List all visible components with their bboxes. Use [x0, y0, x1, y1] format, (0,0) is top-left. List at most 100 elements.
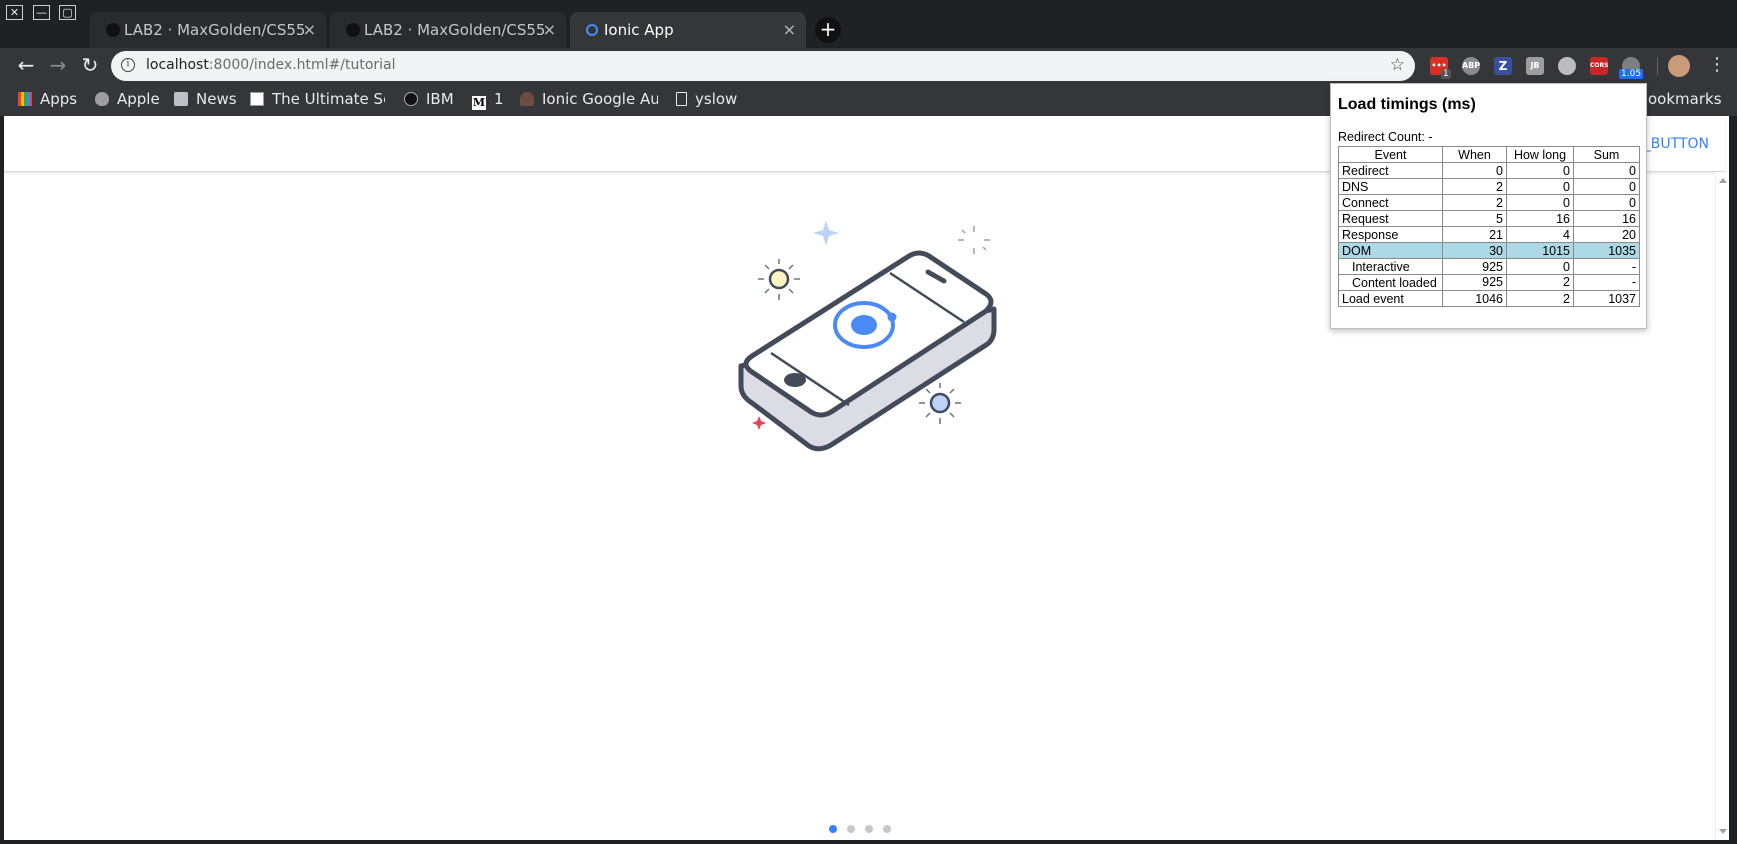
column-header: How long — [1506, 146, 1574, 163]
bookmark-apple[interactable]: Apple — [95, 90, 160, 110]
pagination-bullet-3[interactable] — [865, 825, 873, 833]
table-row: Content loaded 925 2- — [1338, 274, 1640, 291]
bookmark-ultimate[interactable]: The Ultimate Ser — [250, 90, 385, 110]
sparkle-icon — [958, 226, 990, 254]
bookmark-apps[interactable]: Apps — [18, 90, 77, 110]
window-minimize-button[interactable]: — — [33, 5, 50, 20]
url-text[interactable]: localhost:8000/index.html#/tutorial — [146, 57, 396, 73]
table-row: DOM 30 1015 1035 — [1338, 242, 1640, 259]
how-long-cell: 0 — [1506, 258, 1574, 275]
sparkle-icon — [752, 416, 766, 430]
sum-cell: 0 — [1573, 194, 1640, 211]
person-icon — [520, 92, 534, 106]
table-row: Interactive 925 0- — [1338, 258, 1640, 275]
when-cell: 1046 — [1442, 290, 1507, 307]
event-cell: Content loaded — [1338, 274, 1443, 291]
sum-cell: - — [1573, 258, 1640, 275]
event-cell: DOM — [1338, 242, 1443, 259]
redirect-count: Redirect Count: - — [1338, 130, 1433, 144]
ghost-icon[interactable] — [1558, 57, 1576, 75]
how-long-cell: 0 — [1506, 162, 1574, 179]
bookmark-ionic-google-auth[interactable]: Ionic Google Aut — [520, 90, 658, 110]
event-cell: Redirect — [1338, 162, 1443, 179]
phone-illustration — [738, 220, 997, 452]
event-cell: Connect — [1338, 194, 1443, 211]
popup-title: Load timings (ms) — [1338, 96, 1476, 113]
table-row: Response 21 4 20 — [1338, 226, 1640, 243]
tab-close-icon[interactable]: × — [543, 20, 556, 39]
tab-close-icon[interactable]: × — [303, 20, 316, 39]
bookmark-ibm[interactable]: IBM — [404, 90, 454, 110]
scroll-up-icon[interactable] — [1719, 178, 1727, 183]
window-maximize-button[interactable]: ▢ — [59, 5, 76, 20]
back-arrow-icon[interactable]: ← — [14, 54, 38, 78]
pagination-bullet-2[interactable] — [847, 825, 855, 833]
adblock-plus-icon[interactable]: ABP — [1462, 57, 1480, 75]
tab-lab2-2[interactable]: LAB2 · MaxGolden/CS555 × — [330, 12, 566, 48]
event-cell: Request — [1338, 210, 1443, 227]
bookmark-medium[interactable]: M1 — [472, 90, 504, 110]
when-cell: 2 — [1442, 178, 1507, 195]
sparkle-icon — [813, 220, 839, 246]
how-long-cell: 2 — [1506, 274, 1574, 291]
sum-cell: 1035 — [1573, 242, 1640, 259]
browser-window: ✕ — ▢ LAB2 · MaxGolden/CS555 × LAB2 · Ma… — [0, 0, 1737, 844]
bookmark-news-folder[interactable]: News — [174, 90, 237, 110]
tab-ionic-app[interactable]: Ionic App × — [570, 12, 806, 48]
when-cell: 30 — [1442, 242, 1507, 259]
column-header: When — [1442, 146, 1507, 163]
event-cell: DNS — [1338, 178, 1443, 195]
column-header: Event — [1338, 146, 1443, 163]
load-timings-popup: Load timings (ms) Redirect Count: - Even… — [1330, 83, 1647, 329]
tab-close-icon[interactable]: × — [783, 20, 796, 39]
zotero-icon[interactable]: Z — [1494, 57, 1512, 75]
column-header: Sum — [1573, 146, 1640, 163]
how-long-cell: 0 — [1506, 178, 1574, 195]
scroll-down-icon[interactable] — [1719, 829, 1727, 834]
when-cell: 5 — [1442, 210, 1507, 227]
table-row: Request 5 16 16 — [1338, 210, 1640, 227]
how-long-cell: 4 — [1506, 226, 1574, 243]
event-cell: Interactive — [1338, 258, 1443, 275]
event-cell: Response — [1338, 226, 1443, 243]
kebab-menu-icon[interactable]: ⋮ — [1708, 55, 1726, 75]
apps-grid-icon — [18, 92, 32, 106]
sum-cell: 1037 — [1573, 290, 1640, 307]
page-scrollbar[interactable] — [1715, 172, 1729, 840]
how-long-cell: 0 — [1506, 194, 1574, 211]
sum-cell: 0 — [1573, 178, 1640, 195]
github-icon — [106, 23, 120, 37]
window-close-button[interactable]: ✕ — [6, 5, 23, 20]
jsonview-icon[interactable]: JB — [1526, 57, 1544, 75]
toolbar-divider — [1657, 57, 1658, 75]
bookmark-star-icon[interactable]: ☆ — [1390, 55, 1405, 75]
address-bar[interactable]: i localhost:8000/index.html#/tutorial ☆ — [111, 51, 1415, 81]
site-info-icon[interactable]: i — [121, 58, 135, 72]
slide-pagination — [829, 818, 901, 833]
sum-cell: 16 — [1573, 210, 1640, 227]
ionic-logo-icon — [586, 24, 598, 36]
sun-icon — [758, 259, 800, 300]
cors-icon[interactable]: CORS — [1590, 57, 1608, 75]
tab-title: LAB2 · MaxGolden/CS555 — [364, 21, 544, 39]
when-cell: 21 — [1442, 226, 1507, 243]
how-long-cell: 16 — [1506, 210, 1574, 227]
pagination-bullet-1[interactable] — [829, 825, 837, 833]
sum-cell: - — [1573, 274, 1640, 291]
bookmark-other-bookmarks[interactable]: ookmarks — [1648, 90, 1722, 110]
event-cell: Load event — [1338, 290, 1443, 307]
new-tab-button[interactable]: + — [815, 17, 841, 43]
sun-icon — [919, 383, 961, 424]
reload-icon[interactable]: ↻ — [78, 54, 102, 78]
when-cell: 925 — [1442, 274, 1507, 291]
pagination-bullet-4[interactable] — [883, 825, 891, 833]
extension-badge: 1.05 — [1619, 69, 1644, 79]
github-icon — [404, 92, 418, 106]
avatar[interactable] — [1668, 55, 1690, 77]
bookmark-yslow[interactable]: yslow — [676, 90, 737, 110]
tab-lab2-1[interactable]: LAB2 · MaxGolden/CS555 × — [90, 12, 326, 48]
tab-title: LAB2 · MaxGolden/CS555 — [124, 21, 304, 39]
forward-arrow-icon[interactable]: → — [46, 54, 70, 78]
table-row: Redirect 0 0 0 — [1338, 162, 1640, 179]
how-long-cell: 1015 — [1506, 242, 1574, 259]
